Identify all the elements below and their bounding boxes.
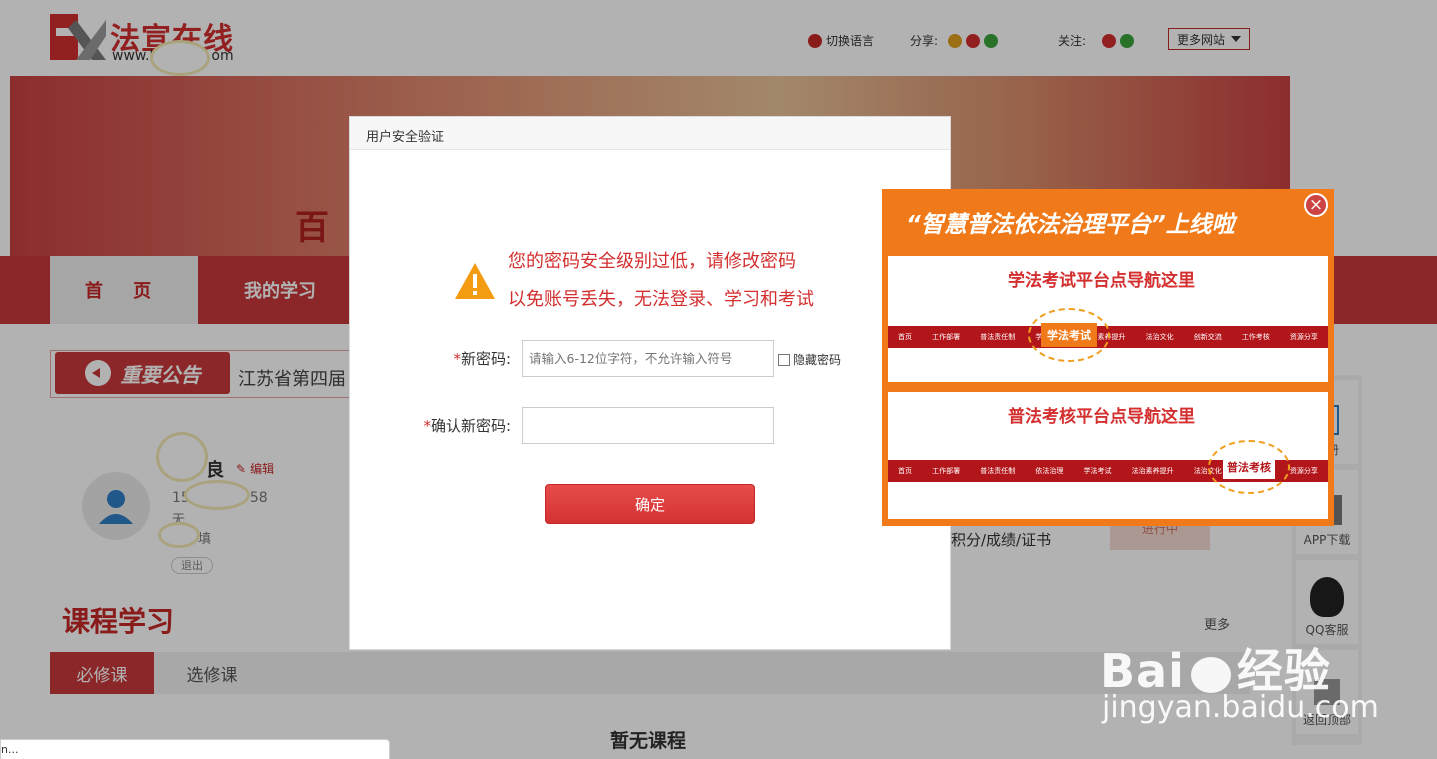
promo-nav-item: 学法考试 bbox=[1083, 467, 1112, 475]
warning-line-1: 您的密码安全级别过低，请修改密码 bbox=[508, 251, 796, 272]
promo-nav-item: 资源分享 bbox=[1289, 333, 1318, 341]
confirm-password-label: *确认新密码: bbox=[401, 415, 511, 436]
promo-nav-item: 首页 bbox=[898, 333, 913, 341]
promo-nav-item: 首页 bbox=[898, 467, 913, 475]
new-password-input[interactable] bbox=[522, 340, 774, 377]
baidu-watermark-url: jingyan.baidu.com bbox=[1102, 690, 1379, 725]
promo-panel1-highlight-label: 学法考试 bbox=[1041, 323, 1097, 347]
promo-nav-item: 法治素养提升 bbox=[1131, 467, 1174, 475]
dialog-title: 用户安全验证 bbox=[350, 117, 950, 150]
promo-panel-exam[interactable]: 学法考试平台点导航这里 首页工作部署普法责任制学法考试法治素养提升法治文化创新交… bbox=[888, 256, 1328, 382]
promo-popup: “智慧普法依法治理平台”上线啦 学法考试平台点导航这里 首页工作部署普法责任制学… bbox=[882, 189, 1334, 526]
promo-nav-item: 普法责任制 bbox=[980, 467, 1016, 475]
promo-nav-item: 工作部署 bbox=[932, 333, 961, 341]
promo-title: “智慧普法依法治理平台”上线啦 bbox=[906, 212, 1235, 238]
promo-panel2-highlight: 普法考核 bbox=[1208, 440, 1290, 494]
confirm-button[interactable]: 确定 bbox=[545, 484, 755, 524]
confirm-password-label-text: 确认新密码: bbox=[430, 417, 511, 435]
hide-password-toggle[interactable]: 隐藏密码 bbox=[778, 351, 841, 368]
hide-password-checkbox[interactable] bbox=[778, 353, 790, 366]
promo-nav-item: 工作部署 bbox=[932, 467, 961, 475]
promo-nav-item: 资源分享 bbox=[1289, 467, 1318, 475]
required-mark: * bbox=[453, 350, 461, 368]
promo-nav-item: 普法责任制 bbox=[980, 333, 1016, 341]
required-mark: * bbox=[423, 417, 431, 435]
browser-status-bar: n... bbox=[0, 739, 390, 759]
promo-panel1-heading: 学法考试平台点导航这里 bbox=[1008, 271, 1195, 291]
security-verification-dialog: 用户安全验证 您的密码安全级别过低，请修改密码 以免账号丢失，无法登录、学习和考… bbox=[349, 116, 951, 650]
hide-password-label: 隐藏密码 bbox=[793, 353, 842, 367]
promo-nav-item: 法治文化 bbox=[1145, 333, 1174, 341]
promo-nav-item: 工作考核 bbox=[1241, 333, 1270, 341]
warning-icon bbox=[455, 263, 495, 299]
promo-panel1-highlight: 学法考试 bbox=[1028, 308, 1110, 362]
warning-line-2: 以免账号丢失，无法登录、学习和考试 bbox=[508, 289, 814, 310]
promo-nav-item: 创新交流 bbox=[1193, 333, 1222, 341]
promo-panel2-heading: 普法考核平台点导航这里 bbox=[1008, 407, 1195, 427]
confirm-password-input[interactable] bbox=[522, 407, 774, 444]
paw-icon bbox=[1190, 656, 1231, 693]
promo-panel-assessment[interactable]: 普法考核平台点导航这里 首页 工作部署 普法责任制 依法治理 学法考试 法治素养提升 法治文… bbox=[888, 392, 1328, 519]
close-icon[interactable]: × bbox=[1304, 193, 1328, 217]
new-password-label-text: 新密码: bbox=[460, 350, 511, 368]
promo-nav-item: 依法治理 bbox=[1035, 467, 1064, 475]
promo-panel2-highlight-label: 普法考核 bbox=[1223, 455, 1275, 479]
new-password-label: *新密码: bbox=[401, 348, 511, 369]
